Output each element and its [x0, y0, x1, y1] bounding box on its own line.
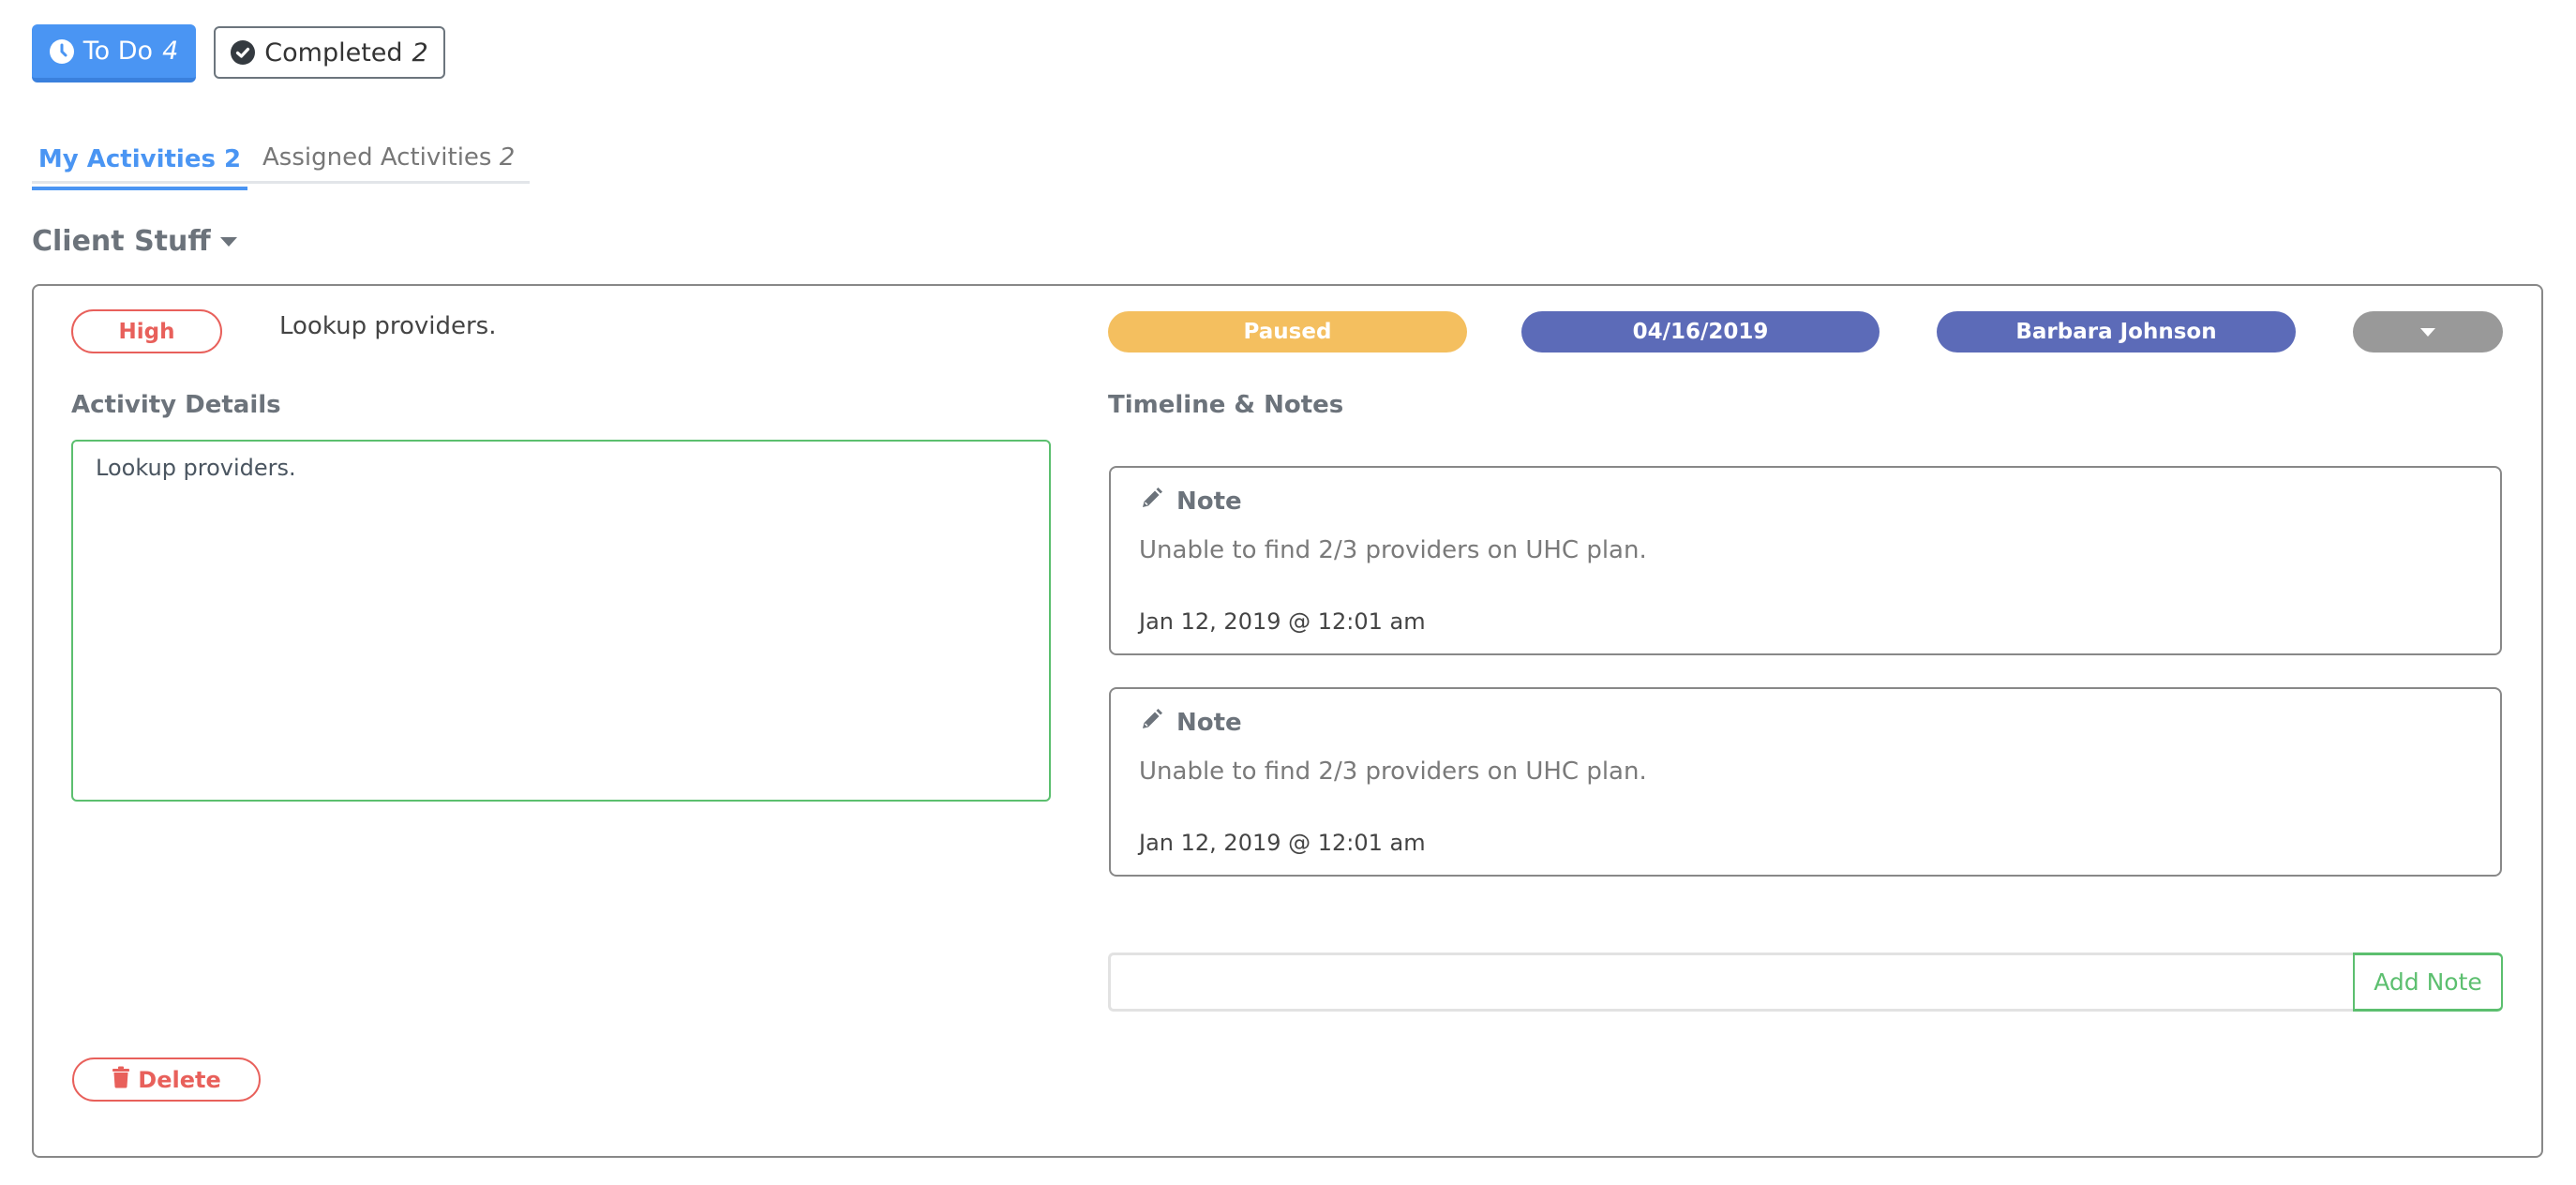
note-header: Note	[1139, 706, 1242, 740]
note-title: Note	[1176, 709, 1242, 737]
clock-icon	[49, 38, 74, 64]
priority-badge[interactable]: High	[71, 309, 222, 353]
note-date: Jan 12, 2019 @ 12:01 am	[1139, 830, 1426, 856]
pencil-icon	[1139, 708, 1163, 739]
todo-button[interactable]: To Do 4	[32, 24, 196, 82]
note-body: Unable to find 2/3 providers on UHC plan…	[1139, 536, 1647, 564]
check-circle-icon	[231, 40, 256, 65]
note-card: Note Unable to find 2/3 providers on UHC…	[1109, 466, 2502, 655]
status-badge[interactable]: Paused	[1108, 311, 1467, 352]
caret-down-icon	[219, 236, 237, 247]
activity-details-textarea[interactable]: Lookup providers.	[71, 440, 1051, 802]
todo-count: 4	[162, 37, 179, 66]
tab-label: My Activities	[37, 144, 216, 173]
due-date-badge[interactable]: 04/16/2019	[1521, 311, 1880, 352]
group-title: Client Stuff	[32, 225, 211, 258]
note-card: Note Unable to find 2/3 providers on UHC…	[1109, 687, 2502, 877]
activity-details-text: Lookup providers.	[96, 455, 296, 481]
completed-button[interactable]: Completed 2	[214, 26, 445, 79]
note-title: Note	[1176, 488, 1242, 516]
tab-my-activities[interactable]: My Activities 2	[32, 131, 247, 190]
note-header: Note	[1139, 485, 1242, 518]
trash-icon	[112, 1066, 130, 1094]
tab-count: 2	[499, 143, 516, 172]
add-note-button[interactable]: Add Note	[2353, 952, 2503, 1012]
tab-count: 2	[224, 144, 242, 173]
group-toggle[interactable]: Client Stuff	[32, 225, 237, 258]
tab-assigned-activities[interactable]: Assigned Activities 2	[262, 131, 515, 184]
more-options-button[interactable]	[2353, 311, 2503, 352]
completed-label: Completed	[264, 38, 403, 68]
activity-details-heading: Activity Details	[71, 391, 281, 419]
note-date: Jan 12, 2019 @ 12:01 am	[1139, 608, 1426, 635]
note-body: Unable to find 2/3 providers on UHC plan…	[1139, 758, 1647, 786]
activity-tabs: My Activities 2 Assigned Activities 2	[32, 131, 530, 190]
delete-button[interactable]: Delete	[72, 1058, 261, 1102]
delete-label: Delete	[138, 1066, 221, 1093]
tab-label: Assigned Activities	[262, 143, 492, 172]
note-input[interactable]	[1108, 952, 2355, 1012]
todo-label: To Do	[82, 37, 154, 66]
completed-count: 2	[412, 38, 428, 68]
caret-down-icon	[2420, 327, 2435, 337]
assignee-badge[interactable]: Barbara Johnson	[1937, 311, 2296, 352]
pencil-icon	[1139, 487, 1163, 518]
activity-title: Lookup providers.	[279, 312, 497, 340]
timeline-heading: Timeline & Notes	[1108, 391, 1344, 419]
